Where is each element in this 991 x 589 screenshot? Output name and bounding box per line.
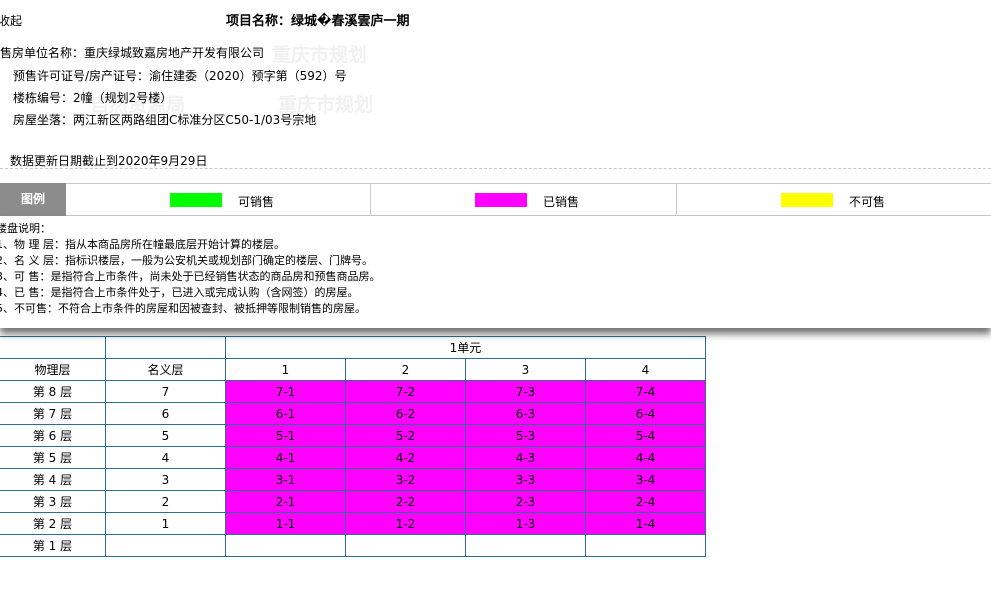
col-room-1: 1 bbox=[225, 358, 346, 381]
room-cell-sold[interactable]: 5-3 bbox=[465, 424, 586, 447]
room-cell-sold[interactable]: 6-1 bbox=[225, 402, 346, 425]
room-cell-sold[interactable]: 1-1 bbox=[225, 512, 346, 535]
sold-swatch bbox=[475, 193, 527, 207]
col-room-4: 4 bbox=[585, 358, 706, 381]
room-cell-sold[interactable]: 7-4 bbox=[585, 380, 706, 403]
nominal-floor-cell: 5 bbox=[105, 424, 226, 447]
physical-floor-cell: 第 2 层 bbox=[0, 512, 106, 535]
building-floor-table: 1单元 物理层 名义层 1 2 3 4 第 8 层 7 7-1 7-2 7-3 7-4 第 … bbox=[0, 336, 706, 557]
col-physical-floor: 物理层 bbox=[0, 358, 106, 381]
room-cell-sold[interactable]: 2-1 bbox=[225, 490, 346, 513]
nominal-floor-cell: 6 bbox=[105, 402, 226, 425]
room-cell-sold[interactable]: 7-3 bbox=[465, 380, 586, 403]
nominal-floor-cell: 4 bbox=[105, 446, 226, 469]
room-cell-sold[interactable]: 5-2 bbox=[345, 424, 466, 447]
room-cell-empty bbox=[225, 534, 346, 557]
legend-item-available: 可销售 bbox=[66, 183, 371, 216]
room-cell-empty bbox=[345, 534, 466, 557]
explanation-panel: 楼盘说明： 1、物 理 层：指从本商品房所在幢最底层开始计算的楼层。 2、名 义… bbox=[0, 216, 991, 328]
room-cell-sold[interactable]: 7-2 bbox=[345, 380, 466, 403]
table-row: 第 1 层 bbox=[0, 534, 706, 557]
explanation-line: 3、可 售：是指符合上市条件，尚未处于已经销售状态的商品房和预售商品房。 bbox=[0, 270, 381, 283]
available-swatch bbox=[170, 193, 222, 207]
col-room-2: 2 bbox=[345, 358, 466, 381]
header-blank bbox=[105, 336, 226, 359]
explanation-line: 1、物 理 层：指从本商品房所在幢最底层开始计算的楼层。 bbox=[0, 238, 285, 251]
physical-floor-cell: 第 1 层 bbox=[0, 534, 106, 557]
table-row: 第 5 层 4 4-1 4-2 4-3 4-4 bbox=[0, 446, 706, 469]
physical-floor-cell: 第 4 层 bbox=[0, 468, 106, 491]
room-cell-sold[interactable]: 4-2 bbox=[345, 446, 466, 469]
physical-floor-cell: 第 7 层 bbox=[0, 402, 106, 425]
presale-permit: 预售许可证号/房产证号：渝住建委（2020）预字第（592）号 bbox=[13, 69, 347, 83]
physical-floor-cell: 第 8 层 bbox=[0, 380, 106, 403]
explanation-line: 2、名 义 层：指标识楼层，一般为公安机关或规划部门确定的楼层、门牌号。 bbox=[0, 254, 373, 267]
nominal-floor-cell: 2 bbox=[105, 490, 226, 513]
legend-item-unavailable: 不可售 bbox=[677, 183, 991, 216]
legend-label-unavailable: 不可售 bbox=[849, 195, 886, 209]
table-row: 第 4 层 3 3-1 3-2 3-3 3-4 bbox=[0, 468, 706, 491]
room-cell-empty bbox=[465, 534, 586, 557]
table-row: 第 7 层 6 6-1 6-2 6-3 6-4 bbox=[0, 402, 706, 425]
room-cell-sold[interactable]: 1-3 bbox=[465, 512, 586, 535]
room-cell-sold[interactable]: 2-3 bbox=[465, 490, 586, 513]
header-blank bbox=[0, 336, 106, 359]
room-cell-sold[interactable]: 3-1 bbox=[225, 468, 346, 491]
nominal-floor-cell: 7 bbox=[105, 380, 226, 403]
room-cell-empty bbox=[585, 534, 706, 557]
update-date: 数据更新日期截止到2020年9月29日 bbox=[10, 154, 208, 168]
col-nominal-floor: 名义层 bbox=[105, 358, 226, 381]
room-cell-sold[interactable]: 2-4 bbox=[585, 490, 706, 513]
legend: 图例 可销售 已销售 不可售 bbox=[0, 183, 991, 216]
nominal-floor-cell: 1 bbox=[105, 512, 226, 535]
room-cell-sold[interactable]: 3-4 bbox=[585, 468, 706, 491]
col-room-3: 3 bbox=[465, 358, 586, 381]
table-row: 第 8 层 7 7-1 7-2 7-3 7-4 bbox=[0, 380, 706, 403]
room-cell-sold[interactable]: 7-1 bbox=[225, 380, 346, 403]
table-row: 第 2 层 1 1-1 1-2 1-3 1-4 bbox=[0, 512, 706, 535]
table-subheader-row: 物理层 名义层 1 2 3 4 bbox=[0, 358, 706, 381]
room-cell-sold[interactable]: 6-4 bbox=[585, 402, 706, 425]
legend-label-available: 可销售 bbox=[238, 195, 275, 209]
project-title: 项目名称：绿城�春溪雲庐一期 bbox=[226, 14, 410, 29]
physical-floor-cell: 第 6 层 bbox=[0, 424, 106, 447]
legend-label-sold: 已销售 bbox=[543, 195, 580, 209]
table-header-row: 1单元 bbox=[0, 336, 706, 359]
table-row: 第 6 层 5 5-1 5-2 5-3 5-4 bbox=[0, 424, 706, 447]
physical-floor-cell: 第 5 层 bbox=[0, 446, 106, 469]
watermark-1: 重庆市规划 bbox=[272, 44, 368, 66]
unavailable-swatch bbox=[781, 193, 833, 207]
room-cell-sold[interactable]: 1-2 bbox=[345, 512, 466, 535]
room-cell-sold[interactable]: 4-1 bbox=[225, 446, 346, 469]
unit-header: 1单元 bbox=[225, 336, 706, 359]
collapse-link[interactable]: 收起 bbox=[0, 12, 22, 29]
room-cell-sold[interactable]: 2-2 bbox=[345, 490, 466, 513]
room-cell-sold[interactable]: 6-2 bbox=[345, 402, 466, 425]
explanation-line: 4、已 售：是指符合上市条件处于，已进入或完成认购（含网签）的房屋。 bbox=[0, 286, 359, 299]
nominal-floor-cell: 3 bbox=[105, 468, 226, 491]
room-cell-sold[interactable]: 1-4 bbox=[585, 512, 706, 535]
table-row: 第 3 层 2 2-1 2-2 2-3 2-4 bbox=[0, 490, 706, 513]
seller-name: 售房单位名称：重庆绿城致嘉房地产开发有限公司 bbox=[0, 46, 265, 60]
legend-item-sold: 已销售 bbox=[371, 183, 677, 216]
nominal-floor-cell bbox=[105, 534, 226, 557]
divider bbox=[0, 168, 991, 169]
room-cell-sold[interactable]: 4-4 bbox=[585, 446, 706, 469]
building-number: 楼栋编号：2幢（规划2号楼） bbox=[13, 91, 173, 105]
building-location: 房屋坐落：两江新区两路组团C标准分区C50-1/03号宗地 bbox=[13, 113, 317, 127]
explanation-line: 5、不可售：不符合上市条件的房屋和因被查封、被抵押等限制销售的房屋。 bbox=[0, 302, 366, 315]
legend-title: 图例 bbox=[0, 183, 66, 216]
room-cell-sold[interactable]: 3-2 bbox=[345, 468, 466, 491]
room-cell-sold[interactable]: 3-3 bbox=[465, 468, 586, 491]
room-cell-sold[interactable]: 5-1 bbox=[225, 424, 346, 447]
room-cell-sold[interactable]: 6-3 bbox=[465, 402, 586, 425]
explanation-title: 楼盘说明： bbox=[0, 222, 51, 235]
room-cell-sold[interactable]: 4-3 bbox=[465, 446, 586, 469]
room-cell-sold[interactable]: 5-4 bbox=[585, 424, 706, 447]
physical-floor-cell: 第 3 层 bbox=[0, 490, 106, 513]
